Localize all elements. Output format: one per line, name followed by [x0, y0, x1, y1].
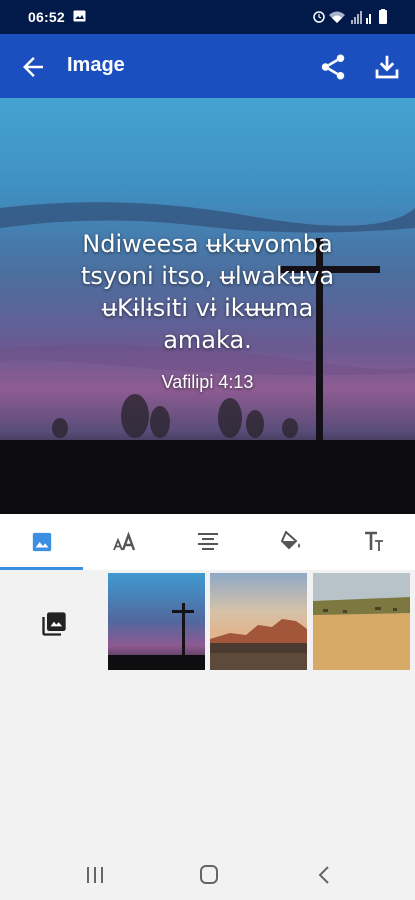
verse-line: Ndiweesa ʉkʉvomba	[82, 230, 333, 258]
back-icon[interactable]	[310, 862, 340, 888]
paint-bucket-icon	[280, 531, 300, 550]
signal-icon-2	[366, 14, 371, 24]
verse-line: ʉKɨlɨsiti vɨ ikʉʉma	[101, 294, 314, 322]
image-icon	[32, 532, 51, 552]
signal-icon	[351, 11, 362, 24]
tab-font[interactable]	[83, 514, 166, 570]
back-arrow-icon[interactable]	[18, 52, 48, 82]
status-bar: 06:52	[0, 0, 415, 34]
share-icon[interactable]	[318, 52, 348, 82]
tab-image[interactable]	[0, 514, 83, 570]
photo-library-icon[interactable]	[40, 610, 68, 638]
align-center-icon	[197, 533, 218, 550]
wifi-icon	[329, 11, 345, 23]
gallery-notification-icon	[73, 10, 86, 22]
status-icons	[313, 9, 387, 24]
thumbnail-red-rock-desert[interactable]	[210, 573, 307, 670]
verse-reference: Vafilipi 4:13	[161, 372, 254, 392]
alarm-icon	[313, 11, 325, 23]
recent-apps-icon[interactable]	[80, 862, 110, 888]
tab-text-size[interactable]	[332, 514, 415, 570]
verse-image-preview: Ndiweesa ʉkʉvomba tsyoni itso, ʉlwakʉva …	[0, 98, 415, 514]
tab-align[interactable]	[166, 514, 249, 570]
verse-line: tsyoni itso, ʉlwakʉva	[80, 262, 335, 290]
thumbnail-cross-at-dusk[interactable]	[108, 573, 205, 670]
home-icon[interactable]	[194, 862, 224, 888]
tab-color[interactable]	[249, 514, 332, 570]
font-size-icon	[112, 531, 135, 551]
status-time: 06:52	[28, 9, 65, 25]
verse-text: Ndiweesa ʉkʉvomba tsyoni itso, ʉlwakʉva …	[40, 228, 375, 356]
editor-toolbar	[0, 514, 415, 570]
background-picker	[0, 570, 415, 850]
page-title: Image	[67, 54, 125, 76]
verse-line: amaka.	[163, 326, 252, 354]
battery-icon	[379, 9, 387, 24]
download-icon[interactable]	[372, 52, 402, 82]
thumbnail-savanna-plain[interactable]	[313, 573, 410, 670]
system-nav-bar	[0, 850, 415, 900]
text-format-icon	[364, 531, 383, 551]
app-bar: Image	[0, 34, 415, 98]
